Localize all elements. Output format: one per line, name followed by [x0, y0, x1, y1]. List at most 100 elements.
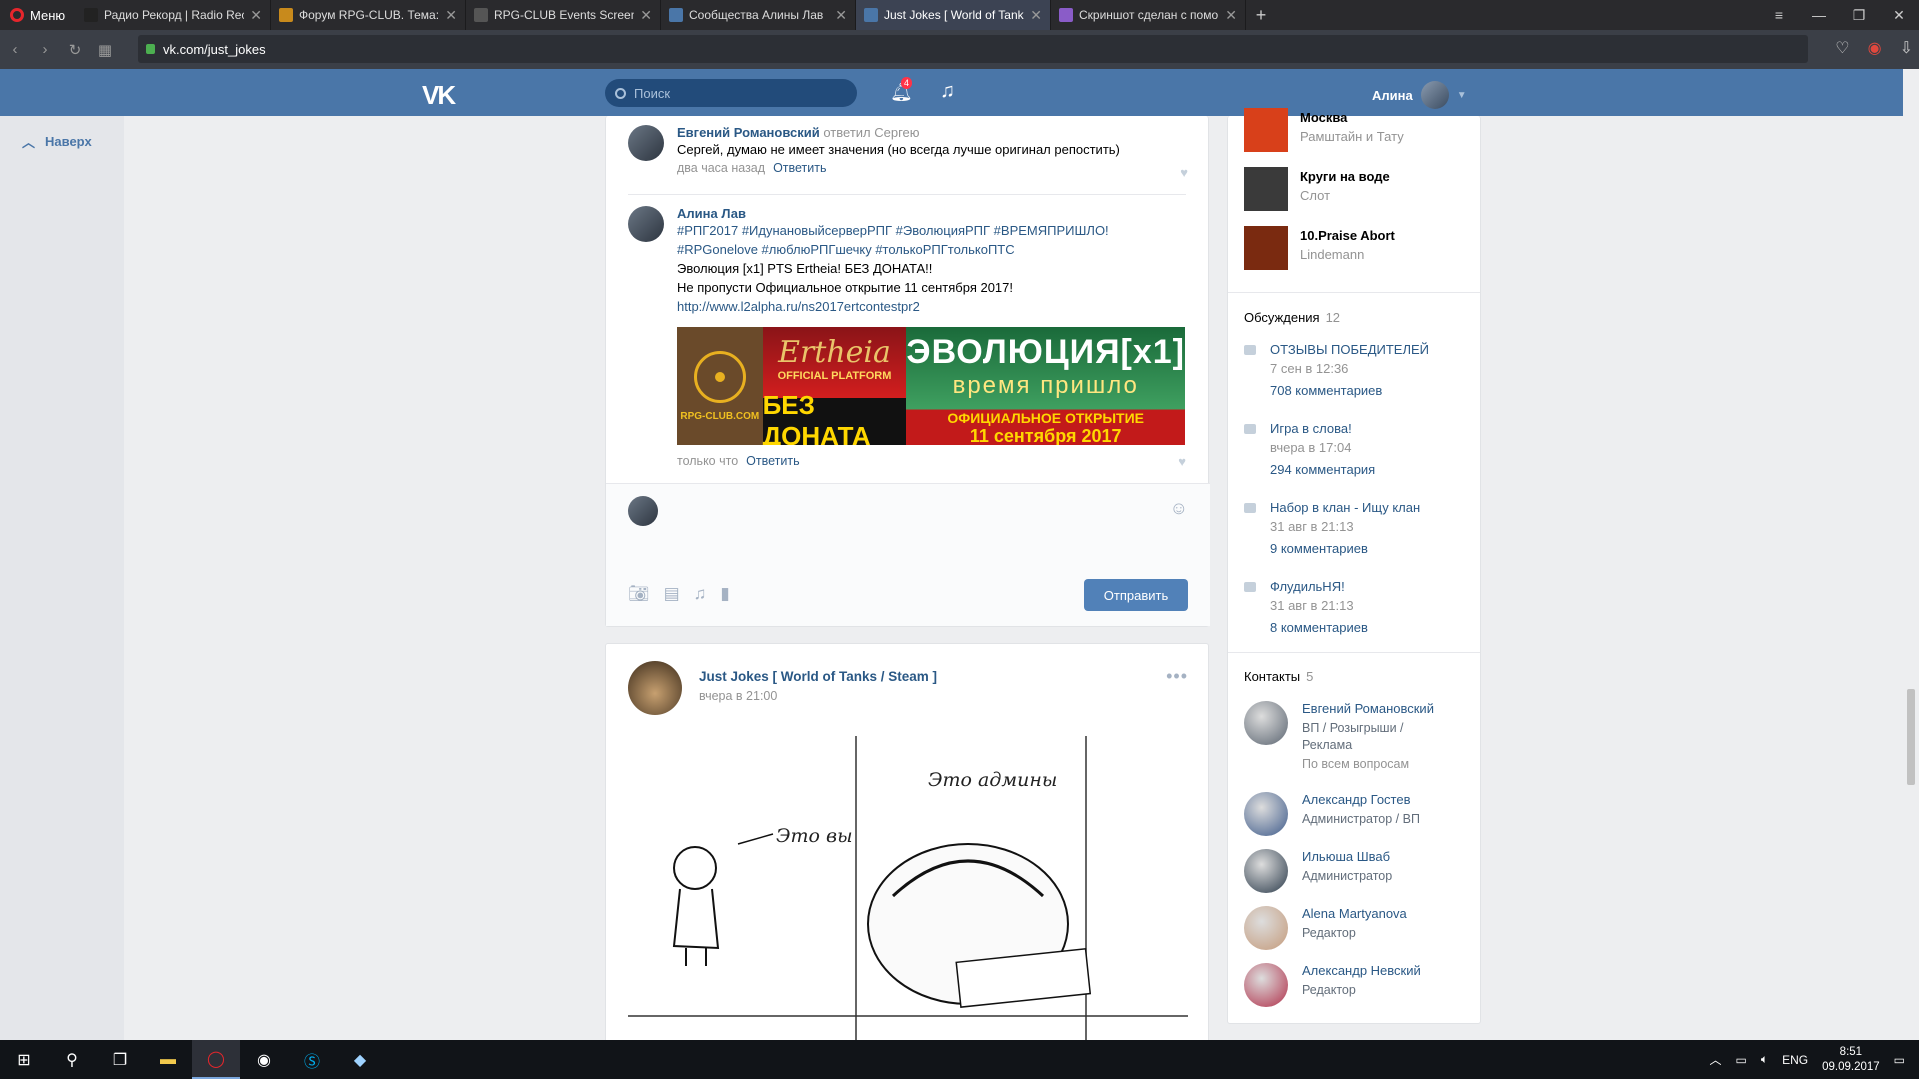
skype-icon[interactable]: Ⓢ — [288, 1040, 336, 1079]
comment-link[interactable]: http://www.l2alpha.ru/ns2017ertcontestpr… — [677, 297, 1187, 316]
emoji-icon[interactable]: ☺ — [1170, 498, 1188, 519]
tab-close-icon[interactable]: ✕ — [1030, 7, 1042, 24]
close-window-button[interactable]: ✕ — [1879, 7, 1919, 24]
audio-icon[interactable]: ♫ — [694, 584, 707, 604]
contact-name[interactable]: Ильюша Шваб — [1302, 849, 1472, 864]
opera-taskbar-icon[interactable]: ◯ — [192, 1040, 240, 1079]
discussions-header[interactable]: Обсуждения 12 — [1244, 310, 1340, 325]
steam-icon[interactable]: ◉ — [240, 1040, 288, 1079]
contact-name[interactable]: Евгений Романовский — [1302, 701, 1472, 716]
page-scrollbar[interactable] — [1903, 69, 1919, 1040]
like-heart-icon[interactable]: ♥ — [1180, 165, 1188, 180]
volume-icon[interactable]: 🔈︎ — [1761, 1052, 1768, 1067]
document-icon[interactable]: ▮ — [720, 584, 729, 604]
audio-track[interactable]: 10.Praise Abort Lindemann — [1244, 226, 1395, 270]
user-menu[interactable]: Алина ▼ — [1372, 81, 1467, 109]
more-options-icon[interactable]: ••• — [1166, 666, 1188, 687]
reply-input[interactable] — [670, 494, 1150, 534]
post-comic-image[interactable]: Это вы Это админы — [628, 736, 1188, 1043]
scrollbar-thumb[interactable] — [1907, 689, 1915, 785]
browser-tab[interactable]: Форум RPG-CLUB. Тема: R ✕ — [271, 0, 466, 30]
browser-tab[interactable]: Радио Рекорд | Radio Rec ✕ — [76, 0, 271, 30]
contact-avatar[interactable] — [1244, 906, 1288, 950]
download-icon[interactable]: ⇩ — [1900, 38, 1913, 58]
discussion-title[interactable]: Набор в клан - Ищу клан — [1270, 500, 1470, 515]
reply-link[interactable]: Ответить — [746, 454, 799, 468]
tab-menu-icon[interactable]: ≡ — [1759, 7, 1799, 23]
track-artist[interactable]: Слот — [1300, 188, 1390, 203]
discussion-title[interactable]: ФлудильНЯ! — [1270, 579, 1470, 594]
discussion-comments[interactable]: 708 комментариев — [1270, 383, 1382, 398]
contact-avatar[interactable] — [1244, 849, 1288, 893]
clock[interactable]: 8:51 09.09.2017 — [1822, 1045, 1880, 1075]
reload-icon[interactable]: ↻ — [60, 41, 90, 59]
discussion-comments[interactable]: 294 комментария — [1270, 462, 1375, 477]
bookmark-heart-icon[interactable]: ♡ — [1835, 38, 1849, 58]
discussion-title[interactable]: ОТЗЫВЫ ПОБЕДИТЕЛЕЙ — [1270, 342, 1470, 357]
contact-name[interactable]: Александр Невский — [1302, 963, 1472, 978]
contact-name[interactable]: Александр Гостев — [1302, 792, 1472, 807]
new-tab-button[interactable]: + — [1246, 0, 1276, 30]
task-view-icon[interactable]: ❐ — [96, 1040, 144, 1079]
minimize-button[interactable]: — — [1799, 7, 1839, 23]
contact-avatar[interactable] — [1244, 792, 1288, 836]
post-avatar[interactable] — [628, 661, 682, 715]
url-field[interactable]: vk.com/just_jokes — [138, 35, 1808, 63]
windows-start-icon[interactable]: ⊞ — [0, 1040, 48, 1079]
audio-track[interactable]: Круги на воде Слот — [1244, 167, 1390, 211]
forward-button[interactable]: › — [30, 41, 60, 58]
tab-close-icon[interactable]: ✕ — [445, 7, 457, 24]
network-icon[interactable]: ▭ — [1736, 1053, 1747, 1067]
reply-link[interactable]: Ответить — [773, 161, 826, 175]
tab-close-icon[interactable]: ✕ — [640, 7, 652, 24]
comment-hashtags[interactable]: #RPGonelove #люблюРПГшечку #толькоРПГтол… — [677, 240, 1187, 259]
adblock-icon[interactable]: ◉ — [1868, 38, 1882, 58]
notifications-bell-icon[interactable]: 🔔︎ 4 — [890, 77, 913, 103]
restore-button[interactable]: ❐ — [1839, 7, 1879, 24]
vk-logo[interactable]: VK — [422, 80, 456, 111]
camera-icon[interactable]: 📷︎ — [628, 584, 650, 604]
contact-avatar[interactable] — [1244, 701, 1288, 745]
comment-avatar[interactable] — [628, 125, 664, 161]
post-time[interactable]: вчера в 21:00 — [699, 689, 777, 703]
music-icon[interactable]: ♫ — [940, 80, 955, 103]
track-cover[interactable] — [1244, 167, 1288, 211]
notification-center-icon[interactable]: ▭ — [1894, 1053, 1905, 1067]
track-artist[interactable]: Рамштайн и Тату — [1300, 129, 1404, 144]
send-button[interactable]: Отправить — [1084, 579, 1188, 611]
track-cover[interactable] — [1244, 226, 1288, 270]
discussion-comments[interactable]: 9 комментариев — [1270, 541, 1368, 556]
audio-track[interactable]: Москва Рамштайн и Тату — [1244, 108, 1404, 152]
comment-author[interactable]: Алина Лав — [677, 206, 1187, 221]
search-input[interactable] — [634, 85, 834, 101]
comment-avatar[interactable] — [628, 206, 664, 242]
track-cover[interactable] — [1244, 108, 1288, 152]
language-indicator[interactable]: ENG — [1782, 1053, 1808, 1067]
speed-dial-icon[interactable]: ▦ — [90, 41, 120, 59]
file-explorer-icon[interactable]: ▬ — [144, 1040, 192, 1079]
app-icon[interactable]: ◆ — [336, 1040, 384, 1079]
browser-menu-button[interactable]: Меню — [0, 0, 76, 30]
discussion-title[interactable]: Игра в слова! — [1270, 421, 1470, 436]
to-top-button[interactable]: ︿ Наверх — [22, 132, 92, 151]
tab-close-icon[interactable]: ✕ — [250, 7, 262, 24]
discussion-comments[interactable]: 8 комментариев — [1270, 620, 1368, 635]
back-button[interactable]: ‹ — [0, 41, 30, 58]
track-artist[interactable]: Lindemann — [1300, 247, 1395, 262]
like-heart-icon[interactable]: ♥ — [1178, 454, 1186, 469]
search-icon[interactable]: ⚲ — [48, 1040, 96, 1079]
browser-tab[interactable]: RPG-CLUB Events Screensh ✕ — [466, 0, 661, 30]
post-author[interactable]: Just Jokes [ World of Tanks / Steam ] — [699, 669, 937, 684]
search-box[interactable] — [605, 79, 857, 107]
tab-close-icon[interactable]: ✕ — [835, 7, 847, 24]
browser-tab[interactable]: Just Jokes [ World of Tanks ✕ — [856, 0, 1051, 30]
comment-hashtags[interactable]: #РПГ2017 #ИдунановыйсерверРПГ #ЭволюцияР… — [677, 221, 1187, 240]
comment-author[interactable]: Евгений Романовский — [677, 125, 820, 140]
promo-banner-image[interactable]: RPG-CLUB.COM Ertheia OFFICIAL PLATFORM БЕЗ… — [677, 327, 1185, 445]
contact-name[interactable]: Alena Martyanova — [1302, 906, 1472, 921]
tray-expand-icon[interactable]: ︿ — [1710, 1051, 1722, 1068]
contacts-header[interactable]: Контакты 5 — [1244, 669, 1313, 684]
video-icon[interactable]: ▤ — [664, 584, 680, 604]
browser-tab[interactable]: Сообщества Алины Лав ✕ — [661, 0, 856, 30]
tab-close-icon[interactable]: ✕ — [1225, 7, 1237, 24]
